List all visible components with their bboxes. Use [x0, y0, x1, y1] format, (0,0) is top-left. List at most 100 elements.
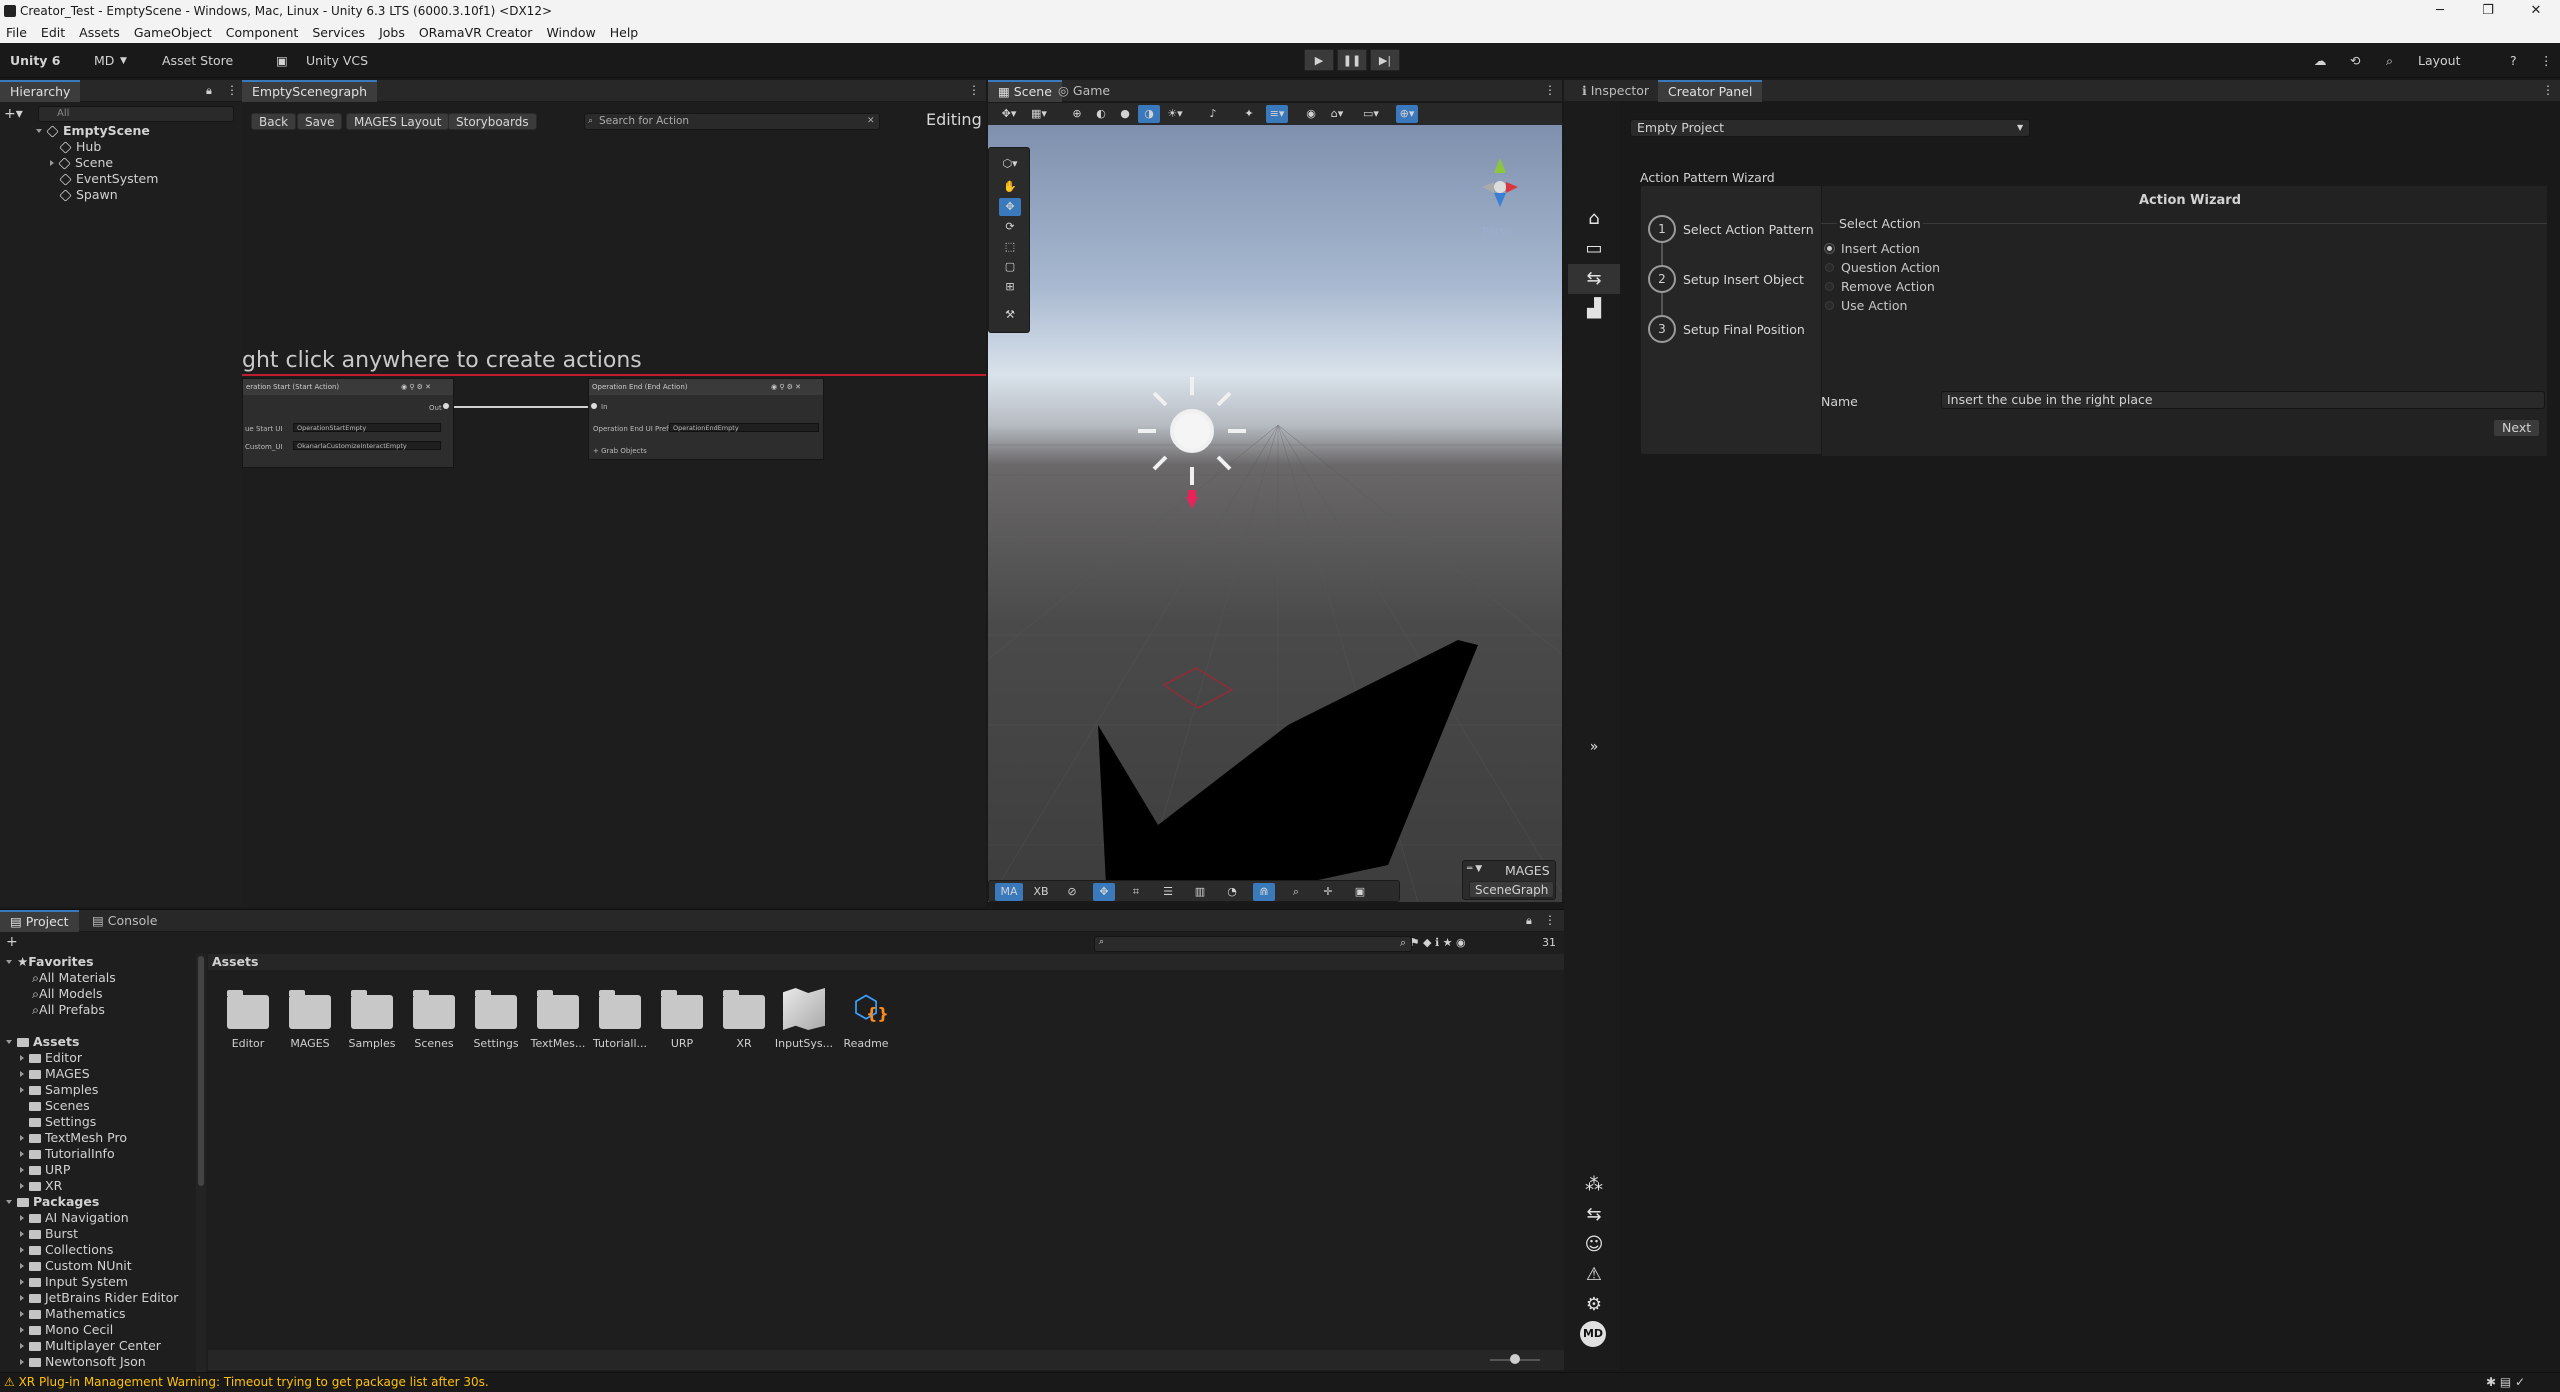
tab-emptyscenegraph[interactable]: EmptyScenegraph	[242, 80, 378, 102]
breadcrumb[interactable]: Assets	[208, 954, 1564, 970]
shading-lit-icon[interactable]: ◑	[1138, 105, 1160, 123]
clear-icon[interactable]: ✕	[867, 114, 875, 129]
unity-vcs-button[interactable]: Unity VCS	[302, 50, 372, 72]
menu-file[interactable]: File	[6, 25, 27, 40]
folder-icon[interactable]	[413, 990, 455, 1029]
assets-header[interactable]: Assets	[6, 1034, 79, 1050]
project-select[interactable]: Empty Project ▼	[1630, 119, 2030, 137]
tree-item[interactable]: TextMesh Pro	[20, 1130, 127, 1146]
action-name-input[interactable]: Insert the cube in the right place	[1941, 391, 2545, 409]
step-1-label[interactable]: Select Action Pattern	[1683, 222, 1814, 237]
in-port[interactable]	[591, 403, 597, 409]
menu-oramavr-creator[interactable]: ORamaVR Creator	[419, 25, 533, 40]
step-3-label[interactable]: Setup Final Position	[1683, 322, 1805, 337]
radio-insert-action[interactable]: Insert Action	[1825, 241, 1920, 256]
tree-item[interactable]: Multiplayer Center	[20, 1338, 161, 1354]
save-button[interactable]: Save	[297, 113, 343, 130]
tree-item[interactable]: Scenes	[29, 1098, 90, 1114]
asset-item-label[interactable]: Editor	[218, 1037, 278, 1050]
tree-item[interactable]: URP	[20, 1162, 70, 1178]
pivot-icon[interactable]: ✛	[1317, 883, 1339, 901]
kebab-menu-icon[interactable]: ⋮	[2536, 50, 2557, 72]
xb-button[interactable]: XB	[1027, 883, 1055, 901]
step-button[interactable]: ▶|	[1370, 49, 1400, 71]
tab-console[interactable]: ▤ Console	[82, 910, 167, 932]
folder-icon[interactable]	[475, 990, 517, 1029]
tree-item[interactable]: Editor	[20, 1050, 82, 1066]
play-button[interactable]: ▶	[1304, 49, 1334, 71]
input-system-asset-icon[interactable]	[783, 988, 825, 1030]
custom-tool-icon[interactable]: ⚒	[999, 306, 1021, 324]
orbit-icon[interactable]: ◔	[1221, 883, 1243, 901]
asset-item-label[interactable]: Scenes	[404, 1037, 464, 1050]
asset-item-label[interactable]: Tutoriall...	[590, 1037, 650, 1050]
snap-icon[interactable]: ⋒	[1253, 883, 1275, 901]
shading-solid-icon[interactable]: ●	[1114, 105, 1136, 123]
lock-icon[interactable]: 🔒︎	[1526, 914, 1532, 928]
start-action-node[interactable]: eration Start (Start Action) ◉ ⚲ ⚙ ✕ Out …	[242, 378, 454, 468]
hierarchy-root-scene[interactable]: EmptyScene	[36, 123, 150, 139]
hierarchy-item-hub[interactable]: Hub	[59, 139, 101, 155]
menu-jobs[interactable]: Jobs	[379, 25, 405, 40]
account-button[interactable]: MD	[90, 50, 118, 72]
kebab-menu-icon[interactable]: ⋮	[1544, 83, 1556, 97]
favorites-header[interactable]: ★ Favorites	[6, 954, 94, 970]
end-action-node[interactable]: Operation End (End Action) ◉ ⚲ ⚙ ✕ In Ope…	[588, 378, 824, 460]
visibility-icon[interactable]: ◉	[1300, 105, 1322, 123]
move-tool-icon[interactable]: ✥	[999, 198, 1021, 216]
radio-question-action[interactable]: Question Action	[1825, 260, 1940, 275]
scenegraph-icon[interactable]: ⇆	[1568, 264, 1620, 294]
tree-item[interactable]: AI Navigation	[20, 1210, 129, 1226]
asset-item-label[interactable]: Readme	[836, 1037, 896, 1050]
step-1-circle[interactable]: 1	[1648, 215, 1676, 243]
camera-icon[interactable]: ⌂▾	[1326, 105, 1348, 123]
gizmos-toggle-icon[interactable]: ⊕▾	[1396, 105, 1418, 123]
hierarchy-item-scene[interactable]: Scene	[50, 155, 113, 171]
folder-icon[interactable]	[351, 990, 393, 1029]
action-search-input[interactable]: ⌕ Search for Action ✕	[584, 113, 880, 130]
asset-item-label[interactable]: Samples	[342, 1037, 402, 1050]
lighting-icon[interactable]: ☀▾	[1164, 105, 1186, 123]
out-port[interactable]	[443, 403, 449, 409]
asset-store-button[interactable]: Asset Store	[158, 50, 237, 72]
vr-headset-icon[interactable]: ▭	[1568, 234, 1620, 264]
tab-game[interactable]: ◎ Game	[1048, 80, 1120, 102]
hierarchy-item-eventsystem[interactable]: EventSystem	[59, 171, 158, 187]
hierarchy-item-spawn[interactable]: Spawn	[59, 187, 118, 203]
rect-tool-icon[interactable]: ▢	[999, 258, 1021, 276]
zoom-icon[interactable]: ⌕	[1285, 883, 1307, 901]
asset-item-label[interactable]: MAGES	[280, 1037, 340, 1050]
expand-panel-icon[interactable]: »	[1568, 732, 1620, 762]
tree-item[interactable]: JetBrains Rider Editor	[20, 1290, 178, 1306]
layout-dropdown[interactable]: Layout	[2414, 50, 2465, 72]
render-mode-icon[interactable]: ▭▾	[1360, 105, 1382, 123]
pause-button[interactable]: ❚❚	[1337, 49, 1367, 71]
effects-icon[interactable]: ✦	[1238, 105, 1260, 123]
robot-icon[interactable]: ☺	[1568, 1230, 1620, 1260]
tree-item[interactable]: Samples	[20, 1082, 98, 1098]
zoom-slider[interactable]	[1510, 1354, 1520, 1364]
tree-item[interactable]: MAGES	[20, 1066, 90, 1082]
tool-handle-icon[interactable]: ✥▾	[998, 105, 1020, 123]
filter-icons[interactable]: ⌕ ⚑ ◆ ℹ ★ ◉	[1400, 936, 1466, 950]
minimize-button[interactable]: ─	[2420, 0, 2460, 21]
menu-help[interactable]: Help	[610, 25, 639, 40]
tree-item[interactable]: Burst	[20, 1226, 78, 1242]
close-button[interactable]: ✕	[2516, 0, 2556, 21]
crop-icon[interactable]: ⌗	[1125, 883, 1147, 901]
step-2-circle[interactable]: 2	[1648, 265, 1676, 293]
kebab-menu-icon[interactable]: ⋮	[226, 83, 238, 97]
tab-inspector[interactable]: ℹ Inspector	[1572, 80, 1659, 102]
compass-icon[interactable]: ⊘	[1061, 883, 1083, 901]
back-button[interactable]: Back	[251, 113, 297, 130]
tab-creator-panel[interactable]: Creator Panel	[1658, 80, 1763, 102]
scene-viewport[interactable]: Persp	[988, 125, 1562, 902]
lock-icon[interactable]: 🔒︎	[206, 84, 212, 98]
layers-icon[interactable]: ≡▾	[1266, 105, 1288, 123]
unity-version-button[interactable]: Unity 6	[6, 50, 65, 72]
view-cube-icon[interactable]: ⬡▾	[999, 155, 1021, 173]
grab-objects-list[interactable]: + Grab Objects	[593, 447, 647, 455]
end-ui-field[interactable]: OperationEndEmpty	[669, 423, 819, 432]
gizmo-icon[interactable]: ⊕	[1066, 105, 1088, 123]
scenegraph-button[interactable]: SceneGraph	[1469, 881, 1555, 898]
